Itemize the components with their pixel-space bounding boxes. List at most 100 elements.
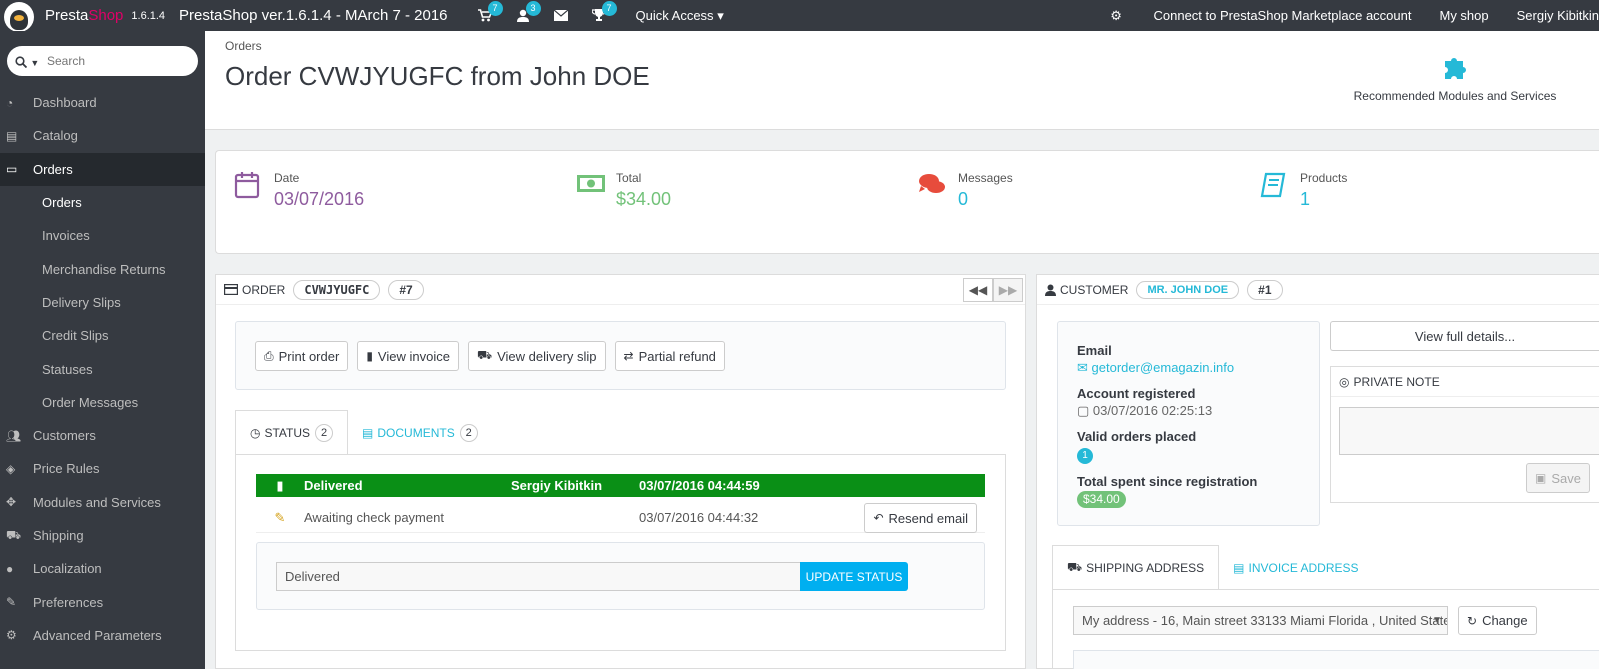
- kpi-products: Products 1: [1260, 171, 1347, 210]
- package-icon: ▮: [276, 477, 284, 493]
- update-status-button[interactable]: UPDATE STATUS: [800, 562, 908, 591]
- prestashop-logo[interactable]: [0, 0, 40, 32]
- quick-access-menu[interactable]: Quick Access ▾: [636, 8, 724, 24]
- breadcrumb[interactable]: Orders: [225, 39, 262, 53]
- user-menu[interactable]: Sergiy Kibitkin: [1517, 8, 1599, 23]
- order-tabs: ◷ Status 2 ▤ Documents 2: [235, 410, 492, 455]
- eye-slash-icon: ◎: [1339, 374, 1350, 389]
- save-icon: ▣: [1535, 471, 1547, 485]
- sidebar-sub-statuses[interactable]: Statuses: [0, 352, 205, 386]
- file-icon: ▮: [366, 349, 373, 363]
- sidebar-item-shipping[interactable]: ⛟ Shipping: [0, 519, 205, 552]
- view-delivery-slip-button[interactable]: ⛟ View delivery slip: [467, 341, 606, 371]
- save-note-button[interactable]: ▣ Save: [1526, 463, 1590, 493]
- sidebar: ▼ ◔Dashboard ▤Catalog ▭Orders Orders Inv…: [0, 31, 205, 669]
- order-actions: ⎙ Print order ▮ View invoice ⛟ View deliver…: [235, 321, 1006, 390]
- sidebar-item-advanced-parameters[interactable]: ⚙ Advanced Parameters: [0, 619, 205, 652]
- envelope-icon: ✉: [1077, 360, 1088, 375]
- customer-info: Email ✉ getorder@emagazin.info Account r…: [1057, 321, 1320, 526]
- marketplace-link[interactable]: ⚙ Connect to PrestaShop Marketplace acco…: [1082, 8, 1411, 24]
- select-caret-icon: ▼: [1432, 615, 1442, 626]
- page-header: Orders Order CVWJYUGFC from John DOE Rec…: [205, 31, 1599, 130]
- status-select[interactable]: Delivered: [276, 562, 801, 591]
- credit-card-icon: [224, 284, 238, 295]
- address-select[interactable]: My address - 16, Main street 33133 Miami…: [1073, 606, 1448, 635]
- address-details: [1073, 650, 1599, 669]
- book-icon: [1260, 172, 1286, 198]
- forward-icon: ▶▶: [998, 283, 1018, 297]
- truck-icon: ⛟: [1067, 560, 1083, 574]
- credit-card-icon: ▭: [6, 162, 18, 177]
- kpi-panel: Date 03/07/2016 Total $34.00 Messages 0 Pro…: [215, 150, 1599, 254]
- cart-notification[interactable]: 7: [466, 0, 504, 31]
- sidebar-sub-invoices[interactable]: Invoices: [0, 219, 205, 253]
- search-caret-icon: ▼: [30, 57, 40, 68]
- private-note-textarea[interactable]: [1339, 407, 1599, 455]
- private-note-header: ◎ Private note: [1331, 367, 1599, 397]
- customer-email-link[interactable]: ✉ getorder@emagazin.info: [1077, 359, 1257, 376]
- resend-email-button[interactable]: ↶ Resend email: [864, 503, 977, 533]
- trophy-notification[interactable]: 7: [580, 0, 618, 31]
- kpi-products-value: 1: [1300, 189, 1311, 209]
- sidebar-item-preferences[interactable]: ✎ Preferences: [0, 585, 205, 618]
- order-panel-header: Order CVWJYUGFC #7 ◀◀ ▶▶: [216, 275, 1025, 305]
- sidebar-item-catalog[interactable]: ▤ Catalog: [0, 119, 205, 152]
- tab-status[interactable]: ◷ Status 2: [235, 410, 349, 455]
- sidebar-sub-merchandise-returns[interactable]: Merchandise Returns: [0, 252, 205, 286]
- recommended-modules-button[interactable]: Recommended Modules and Services: [1345, 53, 1565, 103]
- view-invoice-button[interactable]: ▮ View invoice: [357, 341, 459, 371]
- history-row-delivered: ▮ Delivered Sergiy Kibitkin 03/07/2016 0…: [256, 474, 985, 497]
- sidebar-item-dashboard[interactable]: ◔ Dashboard: [0, 86, 205, 119]
- change-address-button[interactable]: ↻ Change: [1458, 606, 1537, 635]
- my-shop-link[interactable]: My shop: [1439, 8, 1488, 23]
- caret-down-icon: ▾: [717, 7, 724, 23]
- sidebar-sub-delivery-slips[interactable]: Delivery Slips: [0, 285, 205, 320]
- sidebar-item-customers[interactable]: 👥︎ Customers: [0, 419, 205, 452]
- next-order-button[interactable]: ▶▶: [993, 278, 1023, 302]
- sidebar-sub-credit-slips[interactable]: Credit Slips: [0, 319, 205, 353]
- customer-name[interactable]: MR. JOHN DOE: [1136, 280, 1240, 299]
- customer-notification[interactable]: 3: [504, 0, 542, 31]
- brand-name[interactable]: PrestaShop: [45, 7, 123, 24]
- version-label: 1.6.1.4: [131, 9, 166, 22]
- partial-refund-button[interactable]: ⇄ Partial refund: [614, 341, 725, 371]
- address-tabs: ⛟ Shipping address ▤ Invoice address: [1052, 545, 1373, 590]
- sidebar-item-modules[interactable]: ✥ Modules and Services: [0, 486, 205, 519]
- customer-id: #1: [1247, 279, 1283, 300]
- search-input[interactable]: [47, 54, 187, 68]
- view-full-details-button[interactable]: View full details...: [1330, 321, 1599, 351]
- messages-notification[interactable]: [542, 0, 580, 31]
- tab-documents[interactable]: ▤ Documents 2: [348, 410, 492, 455]
- trophy-badge: 7: [601, 1, 617, 16]
- envelope-icon: [553, 10, 568, 21]
- order-id: #7: [388, 279, 424, 300]
- sidebar-item-price-rules[interactable]: ◈ Price Rules: [0, 452, 205, 485]
- history-row-awaiting-payment: ✎ Awaiting check payment 03/07/2016 04:4…: [256, 503, 985, 533]
- sidebar-sub-orders[interactable]: Orders: [0, 185, 205, 220]
- tab-shipping-address[interactable]: ⛟ Shipping address: [1052, 545, 1220, 590]
- file-icon: ▤: [362, 425, 374, 440]
- sidebar-item-orders[interactable]: ▭ Orders: [0, 152, 205, 186]
- customer-badge: 3: [525, 1, 541, 16]
- globe-icon: ●: [6, 561, 14, 576]
- page-title: Order CVWJYUGFC from John DOE: [225, 61, 650, 91]
- kpi-messages: Messages 0: [918, 171, 1013, 210]
- puzzle-icon: [1445, 58, 1466, 79]
- exchange-icon: ⇄: [623, 349, 634, 363]
- kpi-messages-value: 0: [958, 189, 969, 209]
- user-icon: [1045, 284, 1056, 296]
- backward-icon: ◀◀: [968, 283, 988, 297]
- truck-icon: ⛟: [476, 348, 493, 362]
- tab-invoice-address[interactable]: ▤ Invoice address: [1219, 545, 1372, 590]
- calendar-icon: [234, 172, 260, 199]
- users-icon: 👥︎: [6, 428, 22, 443]
- calendar-icon: ▢: [1077, 403, 1090, 418]
- sidebar-sub-order-messages[interactable]: Order Messages: [0, 385, 205, 419]
- print-order-button[interactable]: ⎙ Print order: [255, 341, 349, 371]
- kpi-total-value: $34.00: [616, 189, 672, 209]
- tags-icon: ◈: [6, 461, 16, 476]
- top-bar: PrestaShop 1.6.1.4 PrestaShop ver.1.6.1.…: [0, 0, 1599, 32]
- sidebar-item-localization[interactable]: ● Localization: [0, 552, 205, 585]
- search-icon[interactable]: ▼: [7, 54, 47, 69]
- previous-order-button[interactable]: ◀◀: [963, 278, 993, 302]
